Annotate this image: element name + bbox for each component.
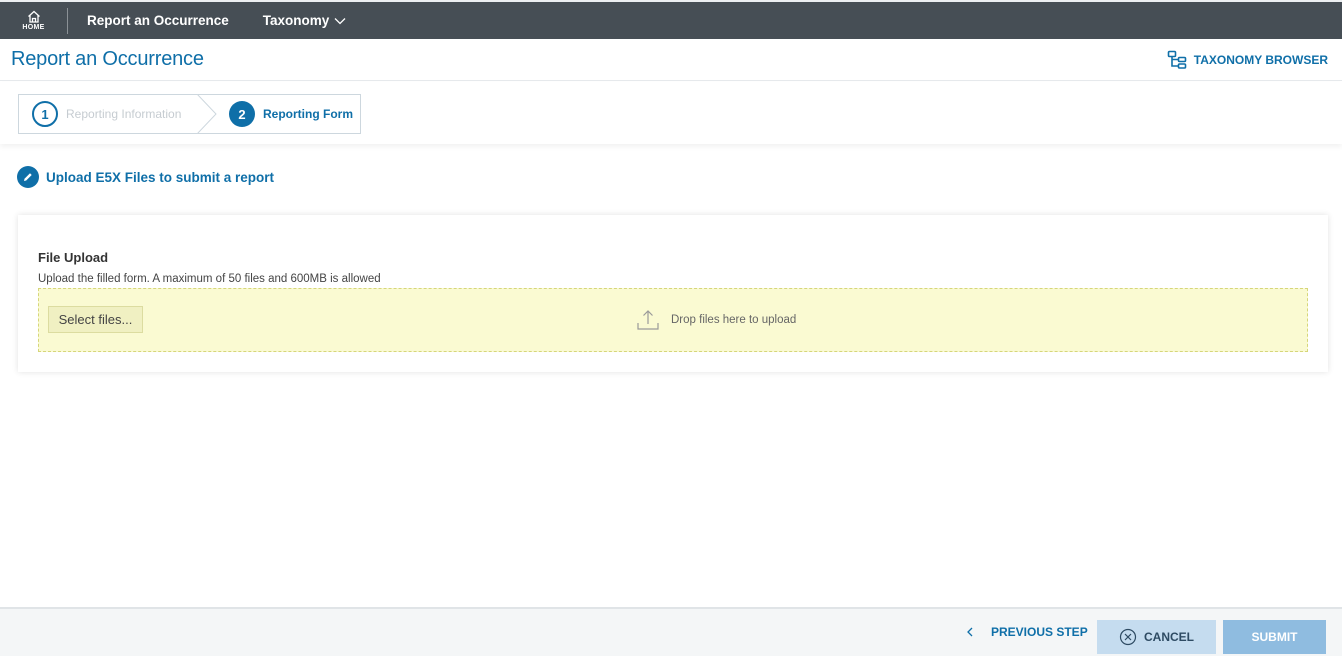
step-reporting-information[interactable]: 1 Reporting Information — [19, 95, 215, 133]
hierarchy-icon — [1167, 50, 1187, 69]
top-navbar: HOME Report an Occurrence Taxonomy — [0, 0, 1342, 39]
chevron-down-icon — [334, 17, 346, 24]
nav-taxonomy-label: Taxonomy — [262, 13, 330, 28]
file-upload-title: File Upload — [38, 250, 109, 265]
file-upload-card: File Upload Upload the filled form. A ma… — [18, 215, 1328, 372]
section-heading: Upload E5X Files to submit a report — [17, 166, 274, 188]
select-files-button[interactable]: Select files... — [48, 306, 143, 333]
drop-hint-label: Drop files here to upload — [671, 314, 797, 326]
nav-taxonomy-dropdown[interactable]: Taxonomy — [263, 2, 347, 39]
step-reporting-form[interactable]: 2 Reporting Form — [215, 95, 360, 133]
pencil-icon — [17, 166, 39, 188]
step-number: 2 — [229, 101, 255, 127]
previous-step-button[interactable]: PREVIOUS STEP — [966, 625, 1088, 639]
nav-report-occurrence[interactable]: Report an Occurrence — [87, 2, 229, 39]
page-header: Report an Occurrence TAXONOMY BROWSER — [0, 39, 1342, 81]
home-icon — [27, 10, 40, 23]
taxonomy-browser-link[interactable]: TAXONOMY BROWSER — [1167, 50, 1328, 70]
home-label: HOME — [22, 23, 45, 31]
footer-bar: PREVIOUS STEP CANCEL SUBMIT — [0, 607, 1342, 656]
steps-band: 1 Reporting Information 2 Reporting Form — [0, 82, 1342, 144]
file-upload-description: Upload the filled form. A maximum of 50 … — [38, 273, 381, 285]
taxonomy-browser-label: TAXONOMY BROWSER — [1193, 52, 1328, 67]
cancel-button[interactable]: CANCEL — [1097, 620, 1216, 654]
drop-hint: Drop files here to upload — [636, 308, 796, 332]
cancel-label: CANCEL — [1144, 630, 1194, 644]
previous-step-label: PREVIOUS STEP — [991, 625, 1088, 639]
step-label: Reporting Form — [263, 107, 353, 121]
step-number: 1 — [32, 101, 58, 127]
wizard-steps: 1 Reporting Information 2 Reporting Form — [18, 94, 361, 134]
upload-icon — [637, 310, 659, 330]
cancel-circle-icon — [1119, 628, 1137, 646]
file-dropzone[interactable]: Select files... Drop files here to uploa… — [38, 288, 1308, 352]
page-title: Report an Occurrence — [11, 48, 204, 70]
chevron-left-icon — [967, 627, 973, 637]
section-title: Upload E5X Files to submit a report — [46, 169, 275, 185]
home-button[interactable]: HOME — [0, 7, 68, 34]
step-label: Reporting Information — [66, 107, 182, 121]
step-separator — [197, 94, 217, 134]
submit-button[interactable]: SUBMIT — [1223, 620, 1326, 654]
